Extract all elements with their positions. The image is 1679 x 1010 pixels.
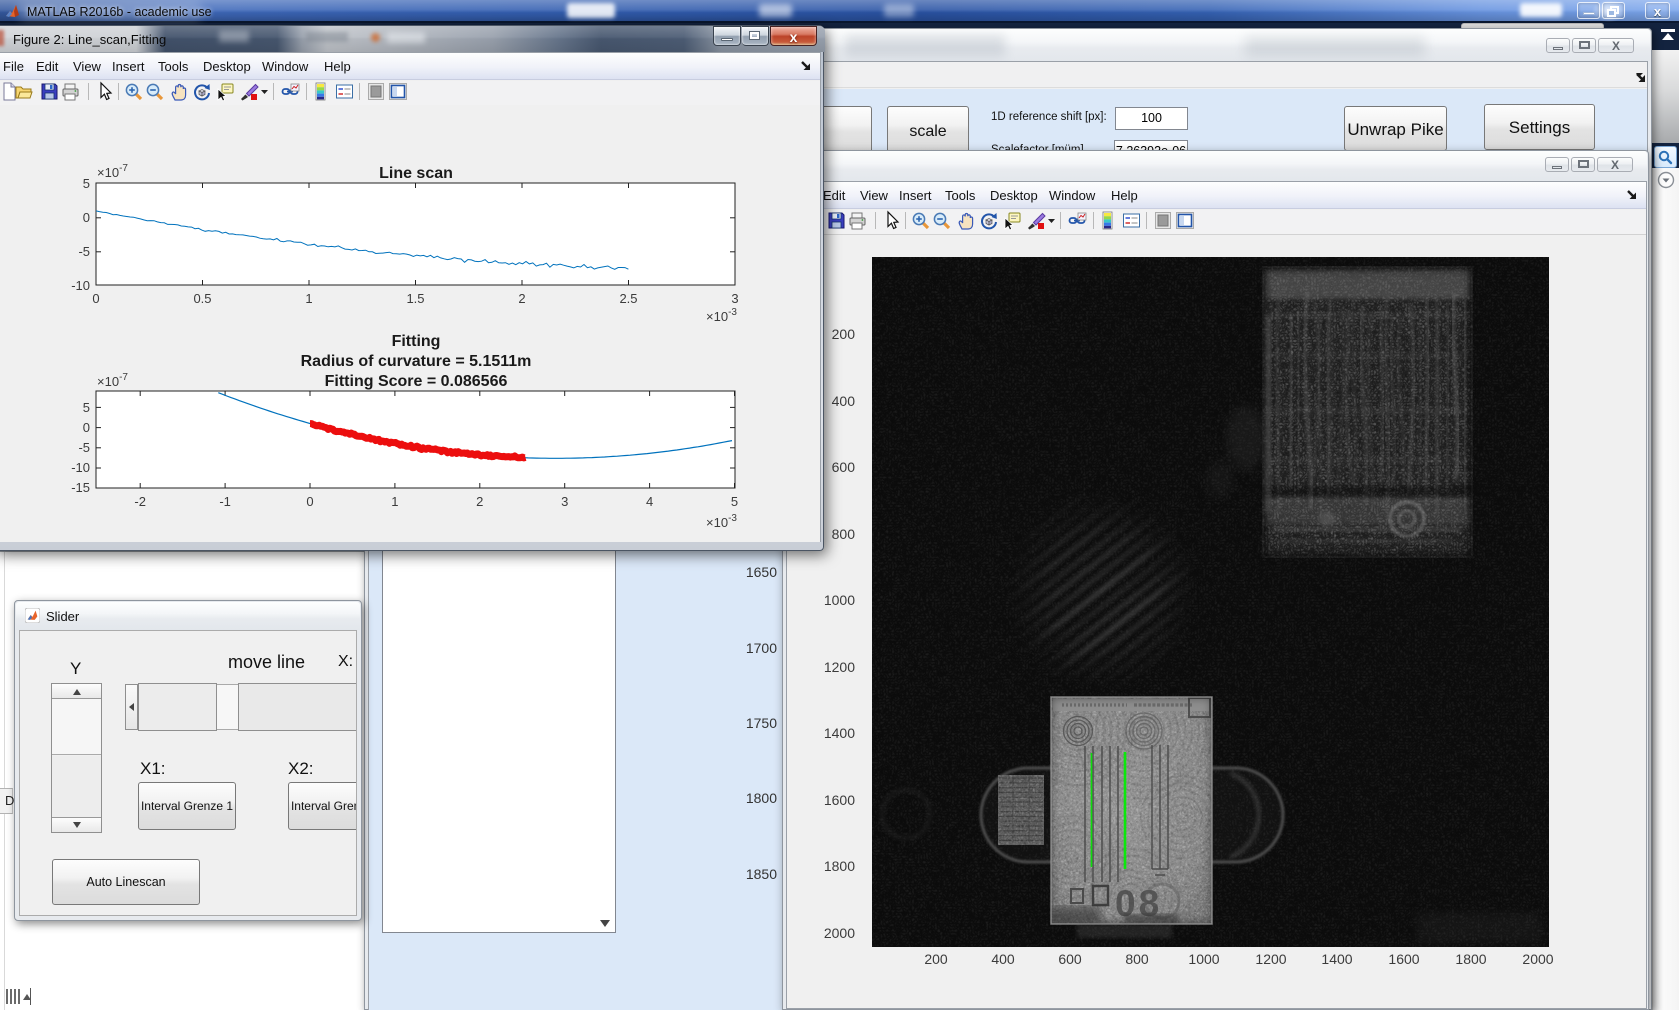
svg-text:1: 1 (305, 291, 312, 306)
svg-text:-5: -5 (78, 244, 90, 259)
svg-text:0.5: 0.5 (193, 291, 211, 306)
svg-text:2.5: 2.5 (619, 291, 637, 306)
svg-text:-10: -10 (71, 278, 90, 293)
svg-text:4: 4 (646, 494, 653, 509)
svg-text:0: 0 (83, 210, 90, 225)
svg-text:×10-7: ×10-7 (97, 163, 128, 180)
svg-text:0: 0 (92, 291, 99, 306)
svg-text:1: 1 (391, 494, 398, 509)
svg-text:×10-3: ×10-3 (706, 307, 737, 324)
svg-text:0: 0 (306, 494, 313, 509)
svg-text:Fitting Score = 0.086566: Fitting Score = 0.086566 (325, 373, 508, 390)
svg-text:Fitting: Fitting (392, 333, 441, 350)
svg-text:5: 5 (83, 176, 90, 191)
svg-text:Radius of curvature = 5.1511m: Radius of curvature = 5.1511m (301, 353, 532, 370)
svg-text:1.5: 1.5 (406, 291, 424, 306)
svg-text:2: 2 (518, 291, 525, 306)
svg-text:×10-3: ×10-3 (706, 513, 737, 530)
svg-text:-2: -2 (134, 494, 146, 509)
svg-text:×10-7: ×10-7 (97, 372, 128, 389)
svg-text:3: 3 (731, 291, 738, 306)
svg-text:5: 5 (83, 400, 90, 415)
svg-text:-5: -5 (78, 440, 90, 455)
svg-text:-1: -1 (219, 494, 231, 509)
svg-text:2: 2 (476, 494, 483, 509)
svg-text:0: 0 (83, 420, 90, 435)
svg-text:3: 3 (561, 494, 568, 509)
svg-text:Line scan: Line scan (379, 165, 453, 182)
svg-text:-10: -10 (71, 460, 90, 475)
svg-text:5: 5 (731, 494, 738, 509)
svg-text:-15: -15 (71, 480, 90, 495)
